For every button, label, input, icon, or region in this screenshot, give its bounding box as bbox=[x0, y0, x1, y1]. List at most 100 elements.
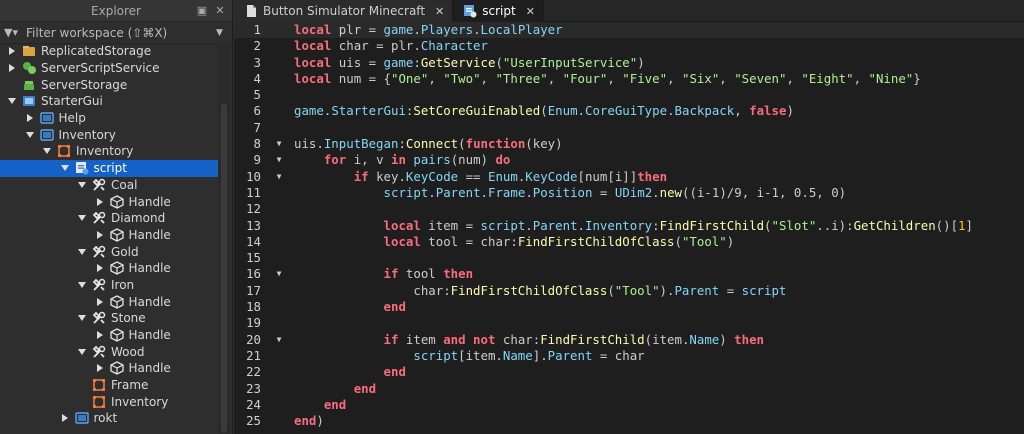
explorer-item-label: Wood bbox=[111, 344, 145, 359]
explorer-item[interactable]: script bbox=[0, 159, 218, 177]
tab-bar: Button Simulator Minecraft ✕ script ✕ bbox=[234, 0, 1024, 22]
explorer-item[interactable]: Coal bbox=[0, 177, 218, 194]
explorer-item-label: Frame bbox=[111, 378, 149, 393]
chevron-down-icon[interactable] bbox=[76, 346, 88, 358]
chevron-down-icon[interactable] bbox=[76, 246, 88, 258]
explorer-item[interactable]: Inventory bbox=[0, 143, 218, 160]
code-line: 16 ▼ if tool then bbox=[246, 266, 474, 282]
close-icon[interactable]: ✕ bbox=[212, 3, 228, 19]
chevron-down-icon[interactable] bbox=[41, 145, 53, 157]
chevron-right-icon[interactable] bbox=[24, 112, 36, 124]
explorer-item[interactable]: Iron bbox=[0, 277, 218, 294]
explorer-item[interactable]: ReplicatedStorage bbox=[0, 43, 218, 60]
explorer-item[interactable]: Handle bbox=[0, 327, 218, 344]
code-line: 22 end bbox=[246, 364, 406, 380]
explorer-item[interactable]: Help bbox=[0, 110, 218, 127]
explorer-item-label: Iron bbox=[111, 277, 135, 292]
screen-gui-icon bbox=[39, 111, 55, 125]
explorer-item[interactable]: Stone bbox=[0, 310, 218, 327]
explorer-scrollbar[interactable] bbox=[218, 43, 230, 434]
explorer-item[interactable]: Handle bbox=[0, 293, 218, 310]
explorer-item-label: Handle bbox=[128, 227, 171, 242]
close-icon[interactable]: ✕ bbox=[526, 5, 535, 18]
chevron-down-icon[interactable]: ▼ bbox=[216, 28, 228, 38]
explorer-item[interactable]: Inventory bbox=[0, 126, 218, 143]
explorer-panel: Explorer ▣ ✕ ▼▾ Filter workspace (⇧⌘X) ▼… bbox=[0, 0, 233, 434]
chevron-right-icon[interactable] bbox=[6, 45, 18, 57]
code-line: 20 ▼ if item and not char:FindFirstChild(… bbox=[246, 331, 765, 347]
screen-gui-icon bbox=[74, 411, 90, 425]
chevron-right-icon[interactable] bbox=[6, 62, 18, 74]
explorer-item[interactable]: Gold bbox=[0, 243, 218, 260]
code-line: 4 local num = {"One", "Two", "Three", "Fo… bbox=[253, 70, 921, 86]
tool-icon bbox=[91, 345, 107, 359]
chevron-down-icon[interactable] bbox=[24, 129, 36, 141]
explorer-item[interactable]: Handle bbox=[0, 193, 218, 210]
code-line: 15 bbox=[246, 250, 261, 266]
tool-icon bbox=[91, 311, 107, 325]
explorer-item-label: StarterGui bbox=[41, 94, 103, 109]
filter-workspace-input[interactable]: ▼▾ Filter workspace (⇧⌘X) ▼ bbox=[0, 22, 232, 44]
code-line: 7 bbox=[253, 119, 261, 135]
tool-icon bbox=[91, 278, 107, 292]
close-icon[interactable]: ✕ bbox=[435, 5, 444, 18]
chevron-down-icon[interactable] bbox=[59, 162, 71, 174]
code-line: 24 end bbox=[246, 396, 347, 412]
explorer-item[interactable]: Diamond bbox=[0, 210, 218, 227]
code-line: 10 ▼ if key.KeyCode == Enum.KeyCode[num[i… bbox=[246, 168, 668, 184]
explorer-item[interactable]: ServerScriptService bbox=[0, 60, 218, 77]
chevron-down-icon[interactable] bbox=[76, 279, 88, 291]
explorer-item-label: script bbox=[93, 161, 127, 176]
code-line: 25 end) bbox=[246, 413, 324, 429]
explorer-item[interactable]: Handle bbox=[0, 260, 218, 277]
code-line: 19 bbox=[246, 315, 261, 331]
server-storage-icon bbox=[21, 78, 37, 92]
code-line: 1 local plr = game.Players.LocalPlayer bbox=[234, 22, 1024, 39]
explorer-item[interactable]: ServerStorage bbox=[0, 76, 218, 93]
chevron-down-icon[interactable] bbox=[76, 312, 88, 324]
explorer-item[interactable]: StarterGui bbox=[0, 93, 218, 110]
part-icon bbox=[109, 261, 125, 276]
explorer-item[interactable]: Inventory bbox=[0, 393, 218, 410]
chevron-down-icon[interactable] bbox=[76, 212, 88, 224]
place-file-icon bbox=[244, 4, 258, 18]
code-line: 5 bbox=[253, 87, 261, 103]
part-icon bbox=[109, 361, 125, 376]
explorer-item-label: ServerScriptService bbox=[41, 61, 160, 76]
tab-script[interactable]: script ✕ bbox=[453, 0, 544, 22]
tab-label: Button Simulator Minecraft bbox=[263, 4, 426, 18]
frame-icon bbox=[56, 144, 72, 158]
frame-icon bbox=[91, 378, 107, 392]
explorer-item-label: Diamond bbox=[111, 211, 166, 226]
chevron-right-icon[interactable] bbox=[94, 262, 106, 274]
tab-place[interactable]: Button Simulator Minecraft ✕ bbox=[234, 0, 454, 22]
chevron-down-icon[interactable] bbox=[6, 95, 18, 107]
explorer-item-label: Coal bbox=[111, 177, 138, 192]
filter-placeholder: Filter workspace (⇧⌘X) bbox=[26, 25, 168, 40]
explorer-item[interactable]: Handle bbox=[0, 360, 218, 377]
chevron-right-icon[interactable] bbox=[59, 412, 71, 424]
explorer-item-label: ReplicatedStorage bbox=[41, 44, 152, 59]
code-editor[interactable]: 1 local plr = game.Players.LocalPlayer 2l… bbox=[234, 22, 1024, 434]
chevron-right-icon[interactable] bbox=[94, 296, 106, 308]
chevron-down-icon[interactable] bbox=[76, 179, 88, 191]
chevron-right-icon[interactable] bbox=[94, 362, 106, 374]
chevron-right-icon[interactable] bbox=[94, 329, 106, 341]
explorer-item[interactable]: Handle bbox=[0, 227, 218, 244]
chevron-right-icon[interactable] bbox=[94, 229, 106, 241]
scrollbar-thumb[interactable] bbox=[221, 103, 227, 433]
explorer-item[interactable]: Wood bbox=[0, 343, 218, 360]
code-line: 9 ▼ for i, v in pairs(num) do bbox=[253, 152, 511, 168]
local-script-icon bbox=[74, 161, 90, 175]
part-icon bbox=[109, 328, 125, 342]
float-icon[interactable]: ▣ bbox=[194, 3, 210, 19]
server-script-service-icon bbox=[21, 61, 37, 75]
explorer-item-label: Inventory bbox=[111, 394, 169, 409]
code-line: 6 game.StarterGui:SetCoreGuiEnabled(Enum.… bbox=[253, 103, 794, 119]
explorer-item[interactable]: Frame bbox=[0, 377, 218, 394]
chevron-right-icon[interactable] bbox=[94, 196, 106, 208]
explorer-item[interactable]: rokt bbox=[0, 410, 218, 427]
tool-icon bbox=[91, 211, 107, 225]
code-line: 2 local char = plr.Character bbox=[253, 38, 488, 54]
explorer-item-label: Handle bbox=[128, 361, 171, 376]
